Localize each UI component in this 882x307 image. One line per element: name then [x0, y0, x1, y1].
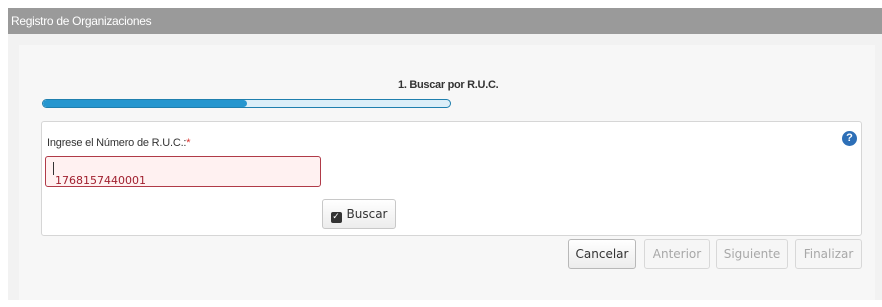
search-button[interactable]: ✓ Buscar: [322, 199, 396, 229]
cancel-button[interactable]: Cancelar: [568, 239, 636, 269]
search-button-label: Buscar: [346, 207, 388, 221]
wizard-progress-fill: [43, 100, 247, 107]
next-button[interactable]: Siguiente: [716, 239, 788, 269]
previous-button[interactable]: Anterior: [644, 239, 710, 269]
text-cursor: [53, 162, 54, 175]
ruc-field-label: Ingrese el Número de R.U.C.:*: [47, 137, 191, 149]
window-titlebar: Registro de Organizaciones: [8, 8, 882, 34]
wizard-progress-bar: [42, 99, 451, 108]
finish-button[interactable]: Finalizar: [795, 239, 862, 269]
ruc-label-text: Ingrese el Número de R.U.C.:: [47, 137, 187, 149]
ruc-input[interactable]: [45, 156, 321, 187]
check-square-icon: ✓: [330, 212, 342, 223]
step-label: 1. Buscar por R.U.C.: [398, 79, 499, 91]
required-asterisk: *: [186, 137, 191, 149]
window-title: Registro de Organizaciones: [11, 14, 152, 28]
help-icon[interactable]: ?: [842, 131, 857, 146]
